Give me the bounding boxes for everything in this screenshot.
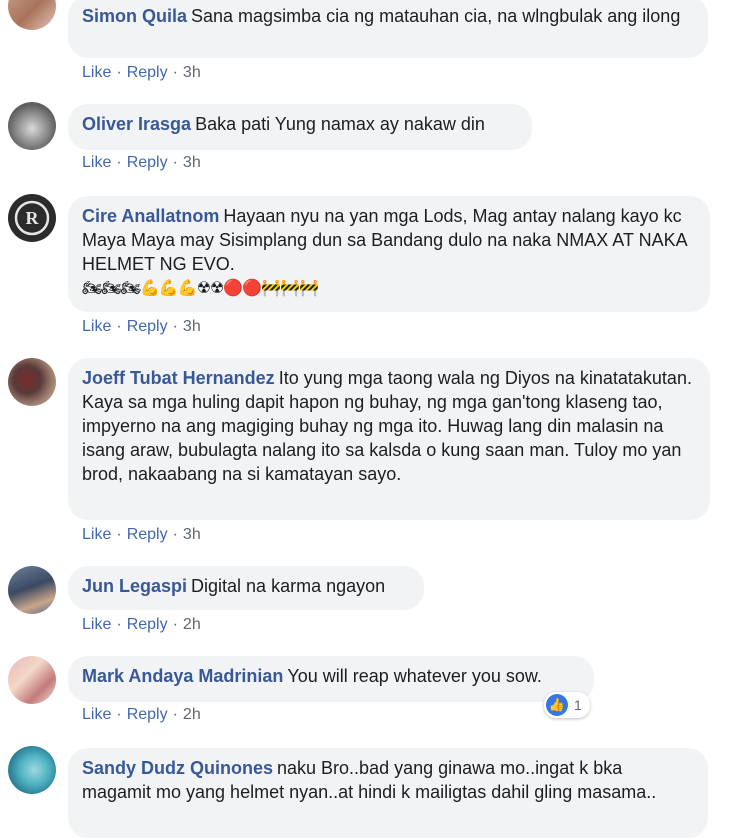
avatar[interactable]: R [8, 194, 56, 242]
like-link[interactable]: Like [82, 706, 111, 723]
comment-text: Sana magsimba cia ng matauhan cia, na wl… [191, 6, 681, 26]
reaction-count: 1 [574, 697, 582, 713]
comment-bubble: Cire Anallatnom Hayaan nyu na yan mga Lod… [68, 196, 710, 312]
thumbs-up-icon: 👍 [546, 694, 568, 716]
comment-time[interactable]: 3h [183, 154, 201, 171]
comment-actions: Like · Reply · 3h [82, 154, 201, 171]
comment-bubble: Joeff Tubat Hernandez Ito yung mga taong … [68, 358, 710, 520]
avatar[interactable] [8, 656, 56, 704]
comment-text: Baka pati Yung namax ay nakaw din [195, 114, 485, 134]
reply-link[interactable]: Reply [127, 64, 168, 81]
comment-bubble: Sandy Dudz Quinones naku Bro..bad yang gi… [68, 748, 708, 838]
comment-text: Digital na karma ngayon [191, 576, 386, 596]
comment-author[interactable]: Oliver Irasga [82, 114, 191, 134]
comment-author[interactable]: Jun Legaspi [82, 576, 187, 596]
reply-link[interactable]: Reply [127, 318, 168, 335]
comment-time[interactable]: 2h [183, 616, 201, 633]
avatar[interactable] [8, 0, 56, 30]
reply-link[interactable]: Reply [127, 616, 168, 633]
avatar[interactable] [8, 746, 56, 794]
comment-time[interactable]: 3h [183, 318, 201, 335]
comment-actions: Like · Reply · 2h [82, 706, 201, 723]
logo-icon: R [14, 200, 50, 236]
reply-link[interactable]: Reply [127, 526, 168, 543]
comment-bubble: Simon Quila Sana magsimba cia ng matauhan… [68, 0, 708, 58]
comment-time[interactable]: 2h [183, 706, 201, 723]
comment-author[interactable]: Joeff Tubat Hernandez [82, 368, 275, 388]
like-link[interactable]: Like [82, 616, 111, 633]
reply-link[interactable]: Reply [127, 154, 168, 171]
comment-author[interactable]: Sandy Dudz Quinones [82, 758, 273, 778]
like-link[interactable]: Like [82, 64, 111, 81]
comment-author[interactable]: Mark Andaya Madrinian [82, 666, 283, 686]
comment-author[interactable]: Simon Quila [82, 6, 187, 26]
like-link[interactable]: Like [82, 526, 111, 543]
comment-author[interactable]: Cire Anallatnom [82, 206, 219, 226]
comment-actions: Like · Reply · 3h [82, 526, 201, 543]
reply-link[interactable]: Reply [127, 706, 168, 723]
comment-actions: Like · Reply · 3h [82, 318, 201, 335]
avatar[interactable] [8, 102, 56, 150]
comment-bubble: Mark Andaya Madrinian You will reap whate… [68, 656, 594, 702]
avatar[interactable] [8, 358, 56, 406]
comment-bubble: Oliver Irasga Baka pati Yung namax ay nak… [68, 104, 532, 150]
comment-time[interactable]: 3h [183, 526, 201, 543]
like-link[interactable]: Like [82, 154, 111, 171]
comment-actions: Like · Reply · 2h [82, 616, 201, 633]
comment-actions: Like · Reply · 3h [82, 64, 201, 81]
like-link[interactable]: Like [82, 318, 111, 335]
reaction-badge[interactable]: 👍 1 [544, 692, 590, 718]
svg-text:R: R [26, 208, 40, 228]
comment-time[interactable]: 3h [183, 64, 201, 81]
avatar[interactable] [8, 566, 56, 614]
comment-bubble: Jun Legaspi Digital na karma ngayon [68, 566, 424, 610]
emoji-line: 🏍🏍🏍💪💪💪☢☢🔴🔴🚧🚧🚧 [82, 280, 319, 297]
comment-text: You will reap whatever you sow. [287, 666, 542, 686]
